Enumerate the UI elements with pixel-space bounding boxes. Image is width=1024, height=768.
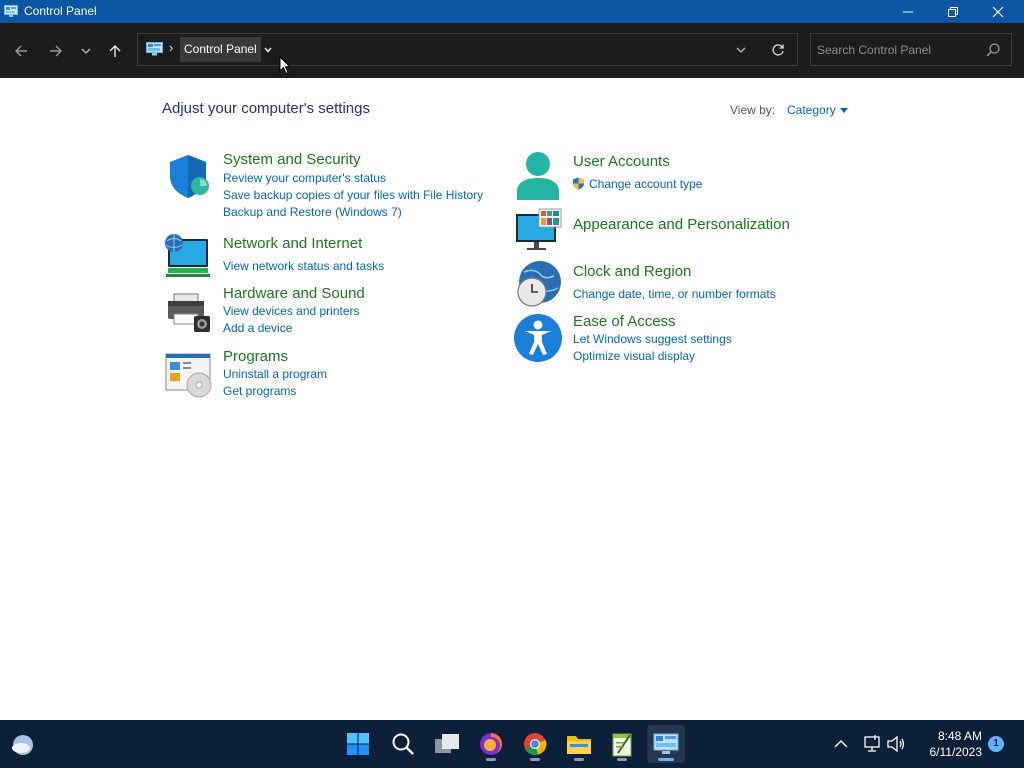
breadcrumb-control-panel[interactable]: Control Panel [180,37,261,62]
task-view-button[interactable] [428,725,466,763]
forward-button[interactable] [43,38,69,64]
recent-locations-button[interactable] [73,38,99,64]
link-devices-printers[interactable]: View devices and printers [223,304,360,318]
notification-badge[interactable]: 1 [988,736,1004,752]
volume-icon[interactable] [886,734,906,754]
chevron-down-icon [264,47,272,53]
address-history-button[interactable] [730,40,752,60]
link-change-account-type[interactable]: Change account type [572,177,702,191]
printer-icon[interactable] [164,288,212,336]
address-toolbar: › Control Panel [0,23,1024,78]
arrow-up-icon [109,45,121,57]
running-indicator [574,758,584,761]
close-icon [992,6,1004,17]
page-heading: Adjust your computer's settings [162,100,370,117]
network-globe-icon[interactable] [162,232,210,280]
link-add-device[interactable]: Add a device [223,321,292,335]
programs-icon[interactable] [164,351,212,399]
link-date-time-formats[interactable]: Change date, time, or number formats [573,287,776,301]
user-icon[interactable] [514,152,562,200]
link-optimize-visual-display[interactable]: Optimize visual display [573,349,695,363]
mouse-cursor-icon [279,56,291,75]
clock-time: 8:48 AM [937,729,982,743]
refresh-icon [772,44,784,56]
taskbar-app-file-explorer[interactable] [560,725,598,763]
clock-date: 6/11/2023 [929,745,983,759]
link-get-programs[interactable]: Get programs [223,384,296,398]
shield-icon[interactable] [164,152,212,200]
chevron-down-icon [81,48,91,54]
breadcrumb-dropdown-button[interactable] [260,38,276,62]
category-title-ease-of-access[interactable]: Ease of Access [573,313,676,330]
link-backup-restore[interactable]: Backup and Restore (Windows 7) [223,205,402,219]
link-uninstall-program[interactable]: Uninstall a program [223,367,327,381]
running-indicator [617,758,627,761]
running-indicator [486,758,496,761]
control-panel-icon [146,42,163,56]
link-file-history[interactable]: Save backup copies of your files with Fi… [223,188,483,202]
network-tray-icon[interactable] [862,734,882,754]
display-personalization-icon[interactable] [514,208,562,256]
start-button[interactable] [339,725,377,763]
category-title-appearance[interactable]: Appearance and Personalization [573,216,790,233]
task-view-icon [435,734,459,753]
back-button[interactable] [8,38,34,64]
clock-globe-icon[interactable] [514,260,562,308]
link-windows-suggest-settings[interactable]: Let Windows suggest settings [573,332,732,346]
search-icon [392,733,414,755]
search-icon[interactable] [985,42,1001,58]
firefox-icon [480,733,502,755]
arrow-right-icon [50,45,62,57]
chevron-down-icon [736,47,746,53]
taskbar-app-chrome[interactable] [516,725,554,763]
category-title-programs[interactable]: Programs [223,348,288,365]
link-review-status[interactable]: Review your computer's status [223,171,386,185]
taskbar-search-button[interactable] [384,725,422,763]
refresh-button[interactable] [766,40,790,60]
link-change-account-type-label[interactable]: Change account type [589,177,702,191]
title-bar: Control Panel [0,0,1024,23]
caret-down-icon [839,108,848,114]
restore-icon [948,6,958,17]
notepad-plus-plus-icon [612,733,632,757]
search-input[interactable] [817,40,977,60]
taskbar-app-firefox[interactable] [472,725,510,763]
taskbar-app-control-panel[interactable] [647,725,685,763]
system-clock[interactable]: 8:48 AM 6/11/2023 [912,728,983,760]
breadcrumb-separator: › [169,40,174,55]
view-by-dropdown[interactable]: Category [787,103,848,117]
active-indicator [658,758,674,761]
address-bar[interactable]: › Control Panel [137,33,798,66]
accessibility-icon[interactable] [514,314,562,362]
view-by-value[interactable]: Category [787,103,836,117]
link-network-status[interactable]: View network status and tasks [223,259,384,273]
weather-icon[interactable] [10,732,36,756]
file-explorer-icon [567,736,591,754]
taskbar-app-notepad-plus-plus[interactable] [603,725,641,763]
category-title-user-accounts[interactable]: User Accounts [573,153,670,170]
taskbar: 8:48 AM 6/11/2023 1 [0,720,1024,768]
minimize-icon [903,11,913,12]
uac-shield-icon [573,177,584,190]
category-title-system-security[interactable]: System and Security [223,151,361,168]
running-indicator [530,758,540,761]
window-title: Control Panel [24,4,97,18]
show-hidden-icons-chevron-up-icon[interactable] [832,734,850,754]
control-panel-icon [653,733,679,754]
minimize-button[interactable] [885,0,931,23]
start-icon [347,733,369,755]
category-title-clock-region[interactable]: Clock and Region [573,263,691,280]
view-by-label: View by: [730,103,776,117]
search-box[interactable] [810,33,1012,66]
arrow-left-icon [15,45,27,57]
up-button[interactable] [102,38,128,64]
control-panel-app-icon [4,5,18,17]
chrome-icon [524,733,547,756]
close-button[interactable] [975,0,1021,23]
restore-button[interactable] [930,0,976,23]
category-title-hardware-sound[interactable]: Hardware and Sound [223,285,365,302]
category-title-network-internet[interactable]: Network and Internet [223,235,362,252]
